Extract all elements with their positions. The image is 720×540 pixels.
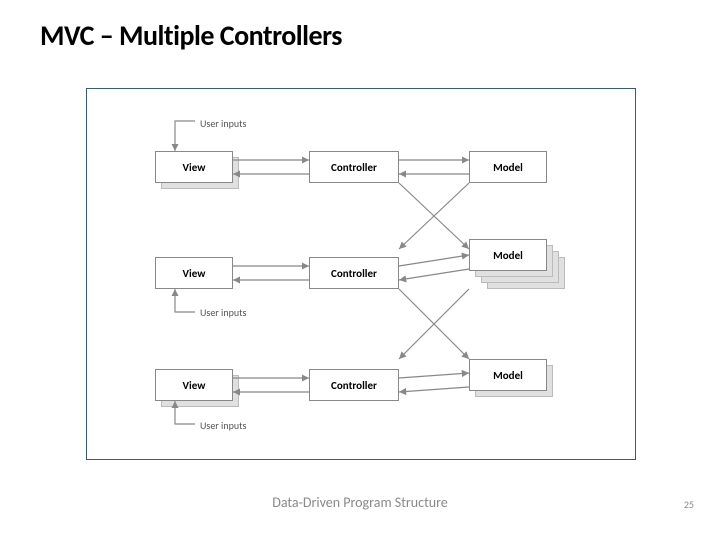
model-box-1: Model [469,151,547,183]
slide-title: MVC – Multiple Controllers [40,18,342,53]
label-user-inputs-2: User inputs [200,306,246,319]
page-number: 25 [684,498,694,511]
controller-box-2: Controller [309,257,399,289]
diagram-stage: User inputs View Controller Model User i… [87,89,635,459]
label-user-inputs-3: User inputs [200,419,246,432]
model-box-3: Model [469,359,547,391]
controller-box-3: Controller [309,369,399,401]
label-user-inputs-1: User inputs [200,117,246,130]
view-box-3: View [155,369,233,401]
model-box-2: Model [469,239,547,271]
controller-box-1: Controller [309,151,399,183]
view-box-1: View [155,151,233,183]
diagram-frame: User inputs View Controller Model User i… [86,88,636,460]
view-box-2: View [155,257,233,289]
footer-caption: Data-Driven Program Structure [0,494,720,511]
